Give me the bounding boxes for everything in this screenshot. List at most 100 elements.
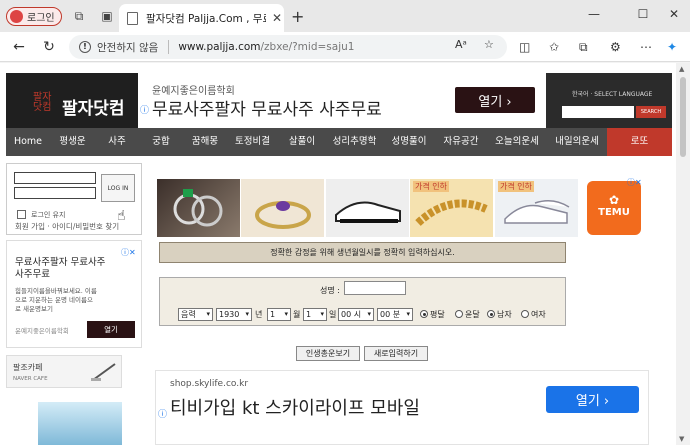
leap-normal-label: 평달 (430, 310, 445, 319)
scrollbar-thumb[interactable] (680, 77, 686, 157)
nav-item[interactable]: 자유공간 (435, 128, 487, 156)
naver-cafe-banner[interactable]: 팔조카페 NAVER CAFE (6, 355, 122, 388)
close-tab-icon[interactable]: ✕ (272, 11, 282, 25)
hour-select[interactable]: 00 시 (338, 308, 374, 321)
site-search-input[interactable] (562, 106, 634, 118)
bottom-ad-title[interactable]: 티비가입 kt 스카이라이프 모바일 (170, 394, 420, 420)
page-scrollbar[interactable]: ▲ ▼ (676, 63, 690, 445)
side-ad-title[interactable]: 무료사주팔자 무료사주 사주무료 (15, 257, 107, 281)
collections-icon[interactable]: ⧉ (579, 40, 588, 55)
product-ring-emerald[interactable] (157, 179, 240, 237)
browser-tab-bar: 로그인 ⧉ ▣ 팔자닷컴 Paljja.Com , 무료운세, 무료 ✕ + —… (0, 0, 690, 32)
leap-normal-radio[interactable] (420, 310, 428, 318)
bottom-ad-choices-icon[interactable]: ⓘ (158, 407, 167, 420)
top-ad-open-button[interactable]: 열기 › (455, 87, 535, 113)
male-radio[interactable] (487, 310, 495, 318)
tab-actions-icon[interactable]: ▣ (100, 9, 114, 23)
month-select[interactable]: 1 (267, 308, 291, 321)
split-screen-icon[interactable]: ◫ (519, 40, 530, 54)
extensions-icon[interactable]: ⚙ (610, 40, 621, 54)
nav-item[interactable]: 사주 (95, 128, 139, 156)
side-ad-choices-icon[interactable]: ⓘ✕ (121, 247, 136, 258)
close-window-icon[interactable]: ✕ (664, 7, 684, 21)
minute-select[interactable]: 00 분 (377, 308, 413, 321)
more-menu-icon[interactable]: ⋯ (640, 40, 652, 54)
ad-choices-icon[interactable]: ⓘ (140, 103, 149, 116)
favorites-icon[interactable]: ✩ (549, 40, 559, 54)
water-drop-image[interactable] (38, 402, 122, 445)
site-header: 팔자 닷컴 팔자닷컴 윤예지좋은이름학회 무료사주팔자 무료사주 사주무료 열기 … (6, 73, 672, 128)
favorite-star-icon[interactable]: ☆ (484, 38, 494, 51)
ring-icon (173, 189, 223, 227)
scroll-down-icon[interactable]: ▼ (679, 435, 684, 443)
read-aloud-icon[interactable]: Aᵃ (455, 38, 467, 51)
site-search-button[interactable]: SEARCH (636, 106, 666, 118)
page-favicon-icon (127, 11, 138, 25)
new-tab-icon[interactable]: + (291, 7, 304, 26)
top-advertisement[interactable]: 윤예지좋은이름학회 무료사주팔자 무료사주 사주무료 열기 › ⓘ (138, 73, 546, 128)
banner-ad-choices-icon[interactable]: ⓘ✕ (627, 177, 642, 188)
nav-item[interactable]: 로또 (607, 128, 672, 156)
nav-item[interactable]: 궁합 (139, 128, 183, 156)
nav-item[interactable]: 오늘의운세 (487, 128, 547, 156)
top-ad-title[interactable]: 무료사주팔자 무료사주 사주무료 (152, 95, 382, 120)
side-ad-source: 윤예지좋은이름학회 (15, 327, 69, 335)
view-fortune-button[interactable]: 인생총운보기 (296, 346, 360, 361)
price-drop-tag: 가격 인하 (413, 181, 449, 192)
url-path: /zbxe/?mid=saju1 (260, 41, 355, 53)
login-button[interactable]: LOG IN (101, 174, 135, 202)
url-text: www.paljja.com/zbxe/?mid=saju1 (178, 41, 354, 53)
back-icon[interactable]: ← (10, 38, 28, 56)
remember-login-checkbox[interactable] (17, 210, 26, 219)
price-drop-tag: 가격 인하 (498, 181, 534, 192)
profile-button[interactable]: 로그인 (6, 7, 62, 26)
language-selector[interactable]: 한국어 · SELECT LANGUAGE (572, 89, 652, 98)
logo-seal: 팔자 닷컴 (33, 92, 52, 113)
product-sneakers-white[interactable]: 가격 인하 (495, 179, 578, 237)
nav-item[interactable]: 평생운 (50, 128, 95, 156)
site-logo[interactable]: 팔자 닷컴 팔자닷컴 (6, 73, 138, 128)
product-ring-amethyst[interactable] (241, 179, 324, 237)
calendar-type-select[interactable]: 음력 (178, 308, 213, 321)
product-banner-ad[interactable]: 가격 인하 가격 인하 ✿ TEMU ⓘ✕ (157, 177, 653, 237)
nav-item[interactable]: Home (6, 128, 50, 156)
temu-logo[interactable]: ✿ TEMU (587, 181, 641, 235)
nav-item[interactable]: 내일의운세 (547, 128, 607, 156)
female-radio[interactable] (521, 310, 529, 318)
year-suffix: 년 (255, 310, 263, 319)
active-tab[interactable]: 팔자닷컴 Paljja.Com , 무료운세, 무료 ✕ (119, 4, 284, 32)
maximize-icon[interactable]: ☐ (633, 7, 653, 21)
side-ad-open-button[interactable]: 열기 (87, 321, 135, 338)
pen-icon (91, 363, 116, 381)
year-select[interactable]: 1930 (216, 308, 252, 321)
password-input[interactable] (14, 187, 96, 199)
product-gold-bracelet[interactable]: 가격 인하 (410, 179, 493, 237)
side-advertisement[interactable]: ⓘ✕ 무료사주팔자 무료사주 사주무료 힘들지이름을바꿔보세요. 이름으로 지운… (6, 240, 142, 348)
copilot-icon[interactable]: ✦ (667, 40, 677, 54)
bottom-advertisement[interactable]: shop.skylife.co.kr 티비가입 kt 스카이라이프 모바일 열기… (155, 370, 649, 445)
nav-item[interactable]: 성리추명학 (326, 128, 383, 156)
nav-item[interactable]: 살풀이 (278, 128, 326, 156)
refresh-icon[interactable]: ↻ (40, 38, 58, 56)
name-label: 성명 : (320, 286, 340, 295)
bottom-ad-open-button[interactable]: 열기 › (546, 386, 639, 413)
day-suffix: 일 (329, 310, 337, 319)
nav-item[interactable]: 성명풀이 (383, 128, 435, 156)
login-box: LOG IN 로그인 유지 회원 가입 · 아이디/비밀번호 찾기 (6, 163, 142, 235)
reset-button[interactable]: 새로입력하기 (364, 346, 428, 361)
product-sneakers-black[interactable] (326, 179, 409, 237)
address-field[interactable]: ! 안전하지 않음 www.paljja.com/zbxe/?mid=saju1 (69, 35, 507, 59)
user-id-input[interactable] (14, 172, 96, 184)
name-input[interactable] (344, 281, 406, 295)
workspaces-icon[interactable]: ⧉ (72, 9, 86, 23)
day-select[interactable]: 1 (303, 308, 327, 321)
address-separator (168, 40, 170, 54)
account-links[interactable]: 회원 가입 · 아이디/비밀번호 찾기 (15, 221, 119, 232)
not-secure-icon[interactable]: ! (79, 41, 91, 53)
minimize-icon[interactable]: — (584, 7, 604, 21)
birth-info-form: 성명 : 음력 1930 년 1 월 1 일 00 시 00 분 평달 윤달 남… (159, 277, 566, 326)
nav-item[interactable]: 토정비결 (227, 128, 278, 156)
scroll-up-icon[interactable]: ▲ (679, 65, 684, 73)
nav-item[interactable]: 꿈해몽 (183, 128, 227, 156)
leap-radio[interactable] (455, 310, 463, 318)
